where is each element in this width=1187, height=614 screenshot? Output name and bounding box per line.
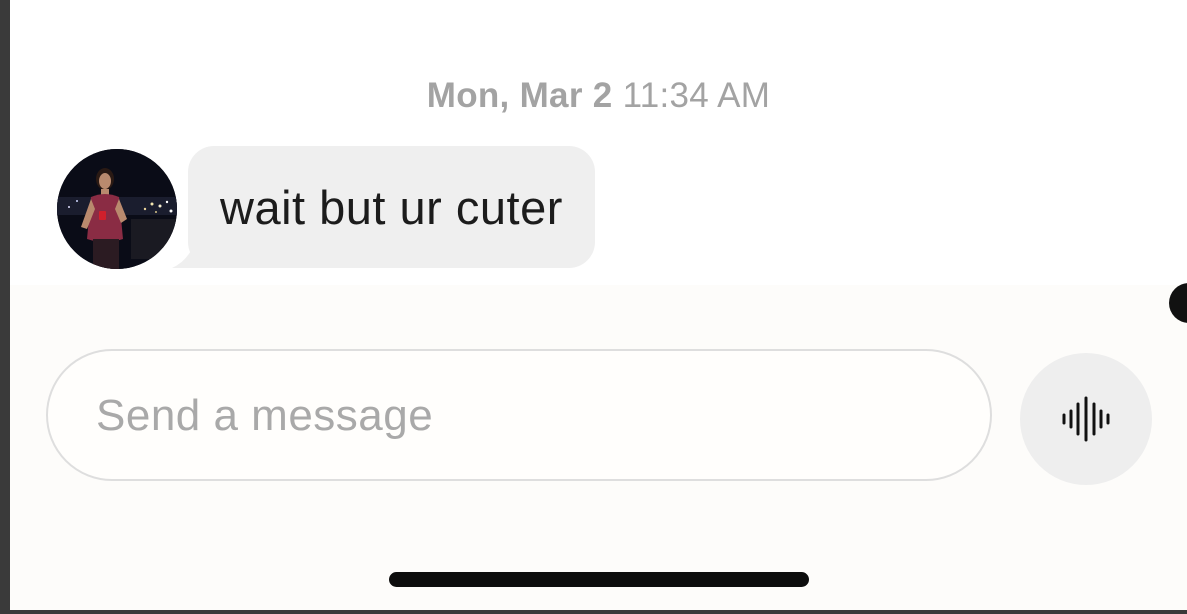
timestamp-date: Mon, Mar 2 [426,76,613,115]
timestamp-time: 11:34 AM [622,76,771,115]
avatar-photo [57,149,177,269]
avatar[interactable] [57,149,177,269]
message-input[interactable] [94,351,958,480]
message-timestamp: Mon, Mar 2 11:34 AM [10,76,1187,116]
voice-message-button[interactable] [1020,353,1152,485]
message-text: wait but ur cuter [220,180,563,234]
message-bubble[interactable]: wait but ur cuter [188,146,595,268]
voice-waveform-icon [1062,396,1110,442]
home-indicator[interactable] [389,572,809,587]
chat-screen: Mon, Mar 2 11:34 AM wait but ur cuter Se… [10,0,1187,610]
message-composer [46,349,992,481]
scroll-handle[interactable] [1169,283,1187,323]
